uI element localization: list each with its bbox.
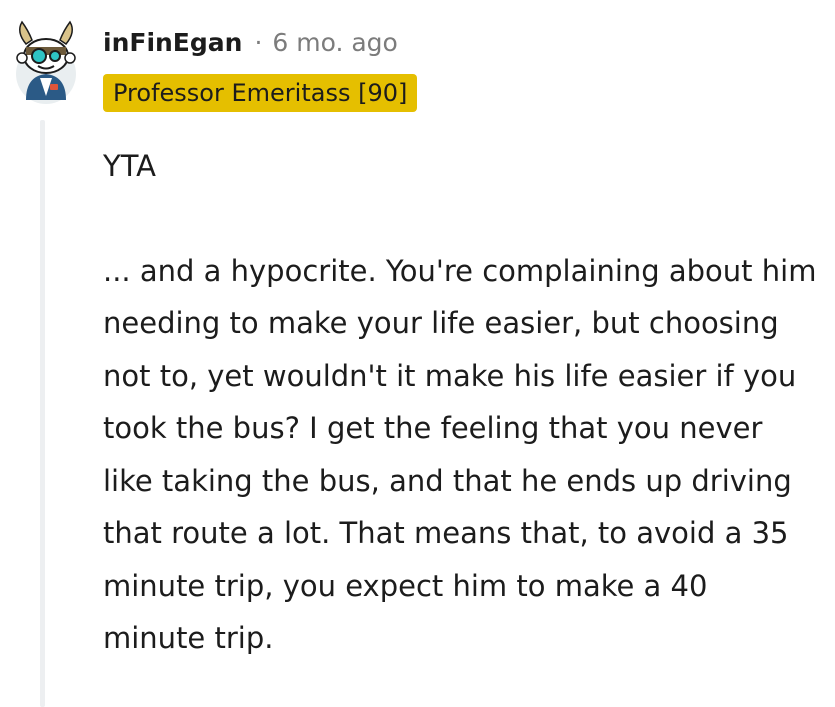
avatar[interactable] — [10, 14, 82, 104]
snoo-avatar-icon — [16, 20, 76, 104]
meta-separator: · — [254, 27, 263, 57]
user-flair-badge: Professor Emeritass [90] — [103, 74, 418, 112]
comment-meta: inFinEgan · 6 mo. ago — [103, 24, 398, 60]
thread-collapse-line[interactable] — [40, 120, 45, 707]
comment: inFinEgan · 6 mo. ago Professor Emeritas… — [0, 0, 835, 707]
comment-paragraph: YTA — [103, 149, 157, 183]
comment-paragraph: ... and a hypocrite. You're complaining … — [103, 253, 817, 656]
comment-body: YTA ... and a hypocrite. You're complain… — [103, 140, 818, 665]
username-link[interactable]: inFinEgan — [103, 28, 242, 57]
timestamp-link[interactable]: 6 mo. ago — [272, 28, 397, 57]
